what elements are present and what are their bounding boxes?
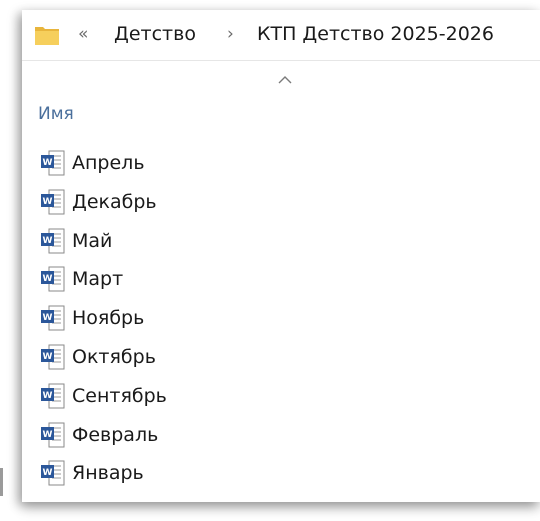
file-row[interactable]: W Сентябрь [40,383,520,422]
svg-text:W: W [43,352,53,362]
file-row[interactable]: W Апрель [40,150,520,189]
word-document-icon: W [41,305,65,331]
file-list: W Апрель W Декабрь W Май W Март W Ноябрь… [40,150,520,499]
file-row[interactable]: W Май [40,228,520,267]
svg-text:W: W [43,430,53,440]
back-chevrons-icon[interactable]: « [78,24,88,44]
file-row[interactable]: W Март [40,266,520,305]
explorer-window: « Детство › КТП Детство 2025-2026 Имя W [22,10,540,502]
sort-ascending-icon [278,76,292,84]
breadcrumb-item-detstvo[interactable]: Детство [114,23,196,45]
file-row[interactable]: W Ноябрь [40,305,520,344]
screenshot-stage: « Детство › КТП Детство 2025-2026 Имя W [0,0,540,521]
column-header-name[interactable]: Имя [38,104,74,124]
svg-text:W: W [43,158,53,168]
svg-text:W: W [43,391,53,401]
word-document-icon: W [41,189,65,215]
file-name: Январь [72,462,144,485]
svg-text:W: W [43,274,53,284]
word-document-icon: W [41,344,65,370]
file-name: Декабрь [72,190,157,213]
file-row[interactable]: W Декабрь [40,189,520,228]
svg-text:W: W [43,468,53,478]
breadcrumb-item-ktp[interactable]: КТП Детство 2025-2026 [257,23,494,45]
folder-icon [35,27,59,45]
word-document-icon: W [41,150,65,176]
file-row[interactable]: W Февраль [40,422,520,461]
word-document-icon: W [41,266,65,292]
svg-text:W: W [43,236,53,246]
file-name: Сентябрь [72,384,167,407]
file-row[interactable]: W Январь [40,460,520,499]
address-bar[interactable]: « Детство › КТП Детство 2025-2026 [22,10,540,61]
word-document-icon: W [41,228,65,254]
file-name: Октябрь [72,345,156,368]
file-name: Март [72,268,124,291]
word-document-icon: W [41,422,65,448]
svg-text:W: W [43,313,53,323]
window-edge [0,468,3,496]
word-document-icon: W [41,383,65,409]
file-name: Ноябрь [72,307,145,330]
word-document-icon: W [41,460,65,486]
svg-text:W: W [43,197,53,207]
file-name: Май [72,229,113,252]
file-name: Февраль [72,423,159,446]
file-row[interactable]: W Октябрь [40,344,520,383]
breadcrumb-separator-icon[interactable]: › [227,23,234,45]
file-name: Апрель [72,152,145,174]
